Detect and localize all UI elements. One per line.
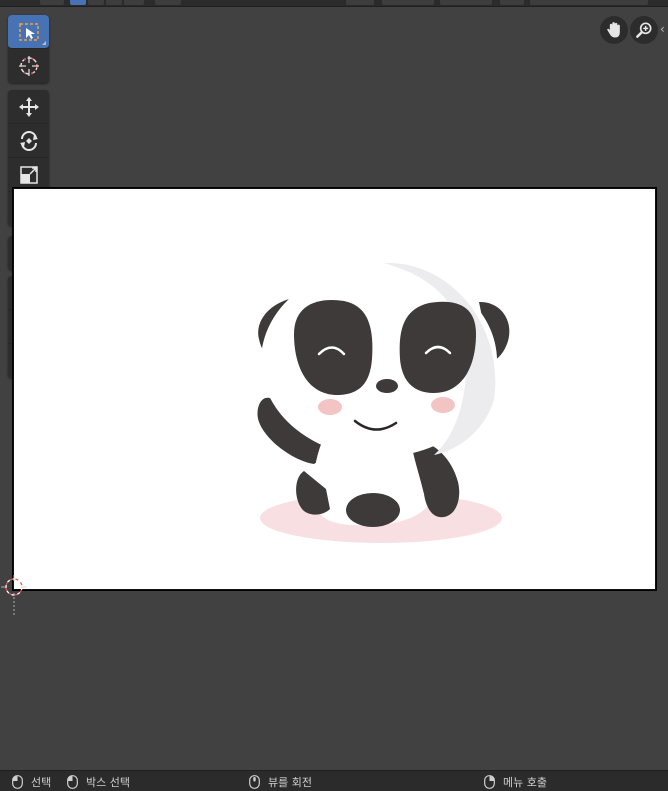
zoom-view-button[interactable] [630,16,658,44]
image-canvas[interactable] [13,188,656,590]
move-tool-icon [18,96,39,117]
cursor-tool-icon [18,56,39,76]
collapse-navigation-button[interactable]: ‹ [660,22,665,36]
status-select-label: 선택 [31,776,52,789]
mouse-drag-icon [67,775,78,789]
move-tool[interactable] [8,90,49,124]
scale-tool-icon [19,165,38,184]
mouse-left-icon [12,775,23,789]
status-bar: 선택 박스 선택 뷰를 회전 메뉴 호출 [0,770,668,791]
scale-tool[interactable] [8,158,49,192]
select-box-tool[interactable] [8,15,49,49]
header-button[interactable] [40,0,64,5]
status-rotate-view-label: 뷰를 회전 [268,776,312,789]
pan-view-button[interactable] [600,16,628,44]
header-menu[interactable] [155,0,181,5]
status-select: 선택 [12,774,51,790]
header-button[interactable] [440,0,492,5]
status-rotate-view: 뷰를 회전 [249,774,312,790]
hand-icon [607,22,620,38]
zoom-icon [636,22,652,38]
select-mode-button[interactable] [124,0,144,5]
rotate-tool-icon [19,130,38,151]
header-field[interactable] [530,0,648,5]
status-call-menu: 메뉴 호출 [484,774,547,790]
header-button[interactable] [500,0,524,5]
header-button[interactable] [382,0,434,5]
status-box-select: 박스 선택 [67,774,130,790]
mouse-middle-icon [249,775,260,789]
status-box-select-label: 박스 선택 [86,776,130,789]
3d-cursor-icon[interactable] [1,575,27,615]
panda-illustration [257,262,510,543]
select-mode-button[interactable] [88,0,104,5]
select-mode-button[interactable] [106,0,122,5]
mouse-right-icon [484,775,495,789]
toolbar-select-group [8,15,49,83]
top-header [0,0,668,7]
status-call-menu-label: 메뉴 호출 [503,776,547,789]
rotate-tool[interactable] [8,124,49,158]
cursor-tool[interactable] [8,49,49,83]
select-mode-button[interactable] [70,0,86,5]
select-box-tool-icon [18,22,39,41]
header-button[interactable] [346,0,374,5]
